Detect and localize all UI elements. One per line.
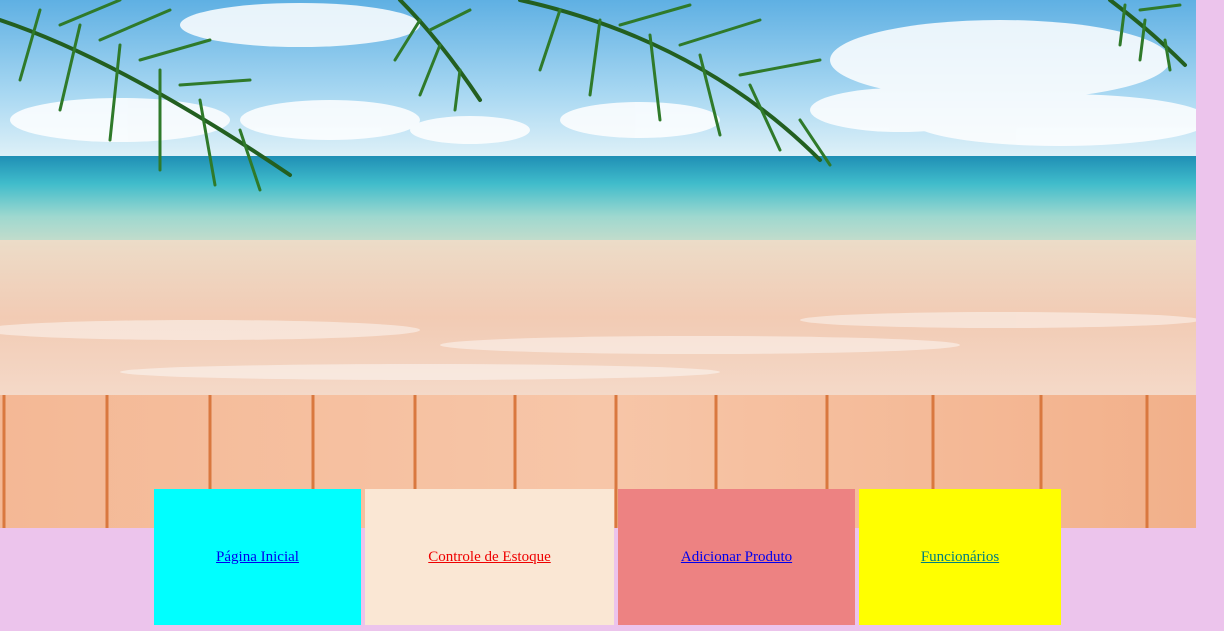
employees-link[interactable]: Funcionários [921,549,999,566]
beach-hero-image [0,0,1196,528]
add-product-link[interactable]: Adicionar Produto [681,549,792,566]
nav-item-home[interactable]: Página Inicial [154,489,361,625]
nav-item-add-product[interactable]: Adicionar Produto [618,489,855,625]
stock-control-link[interactable]: Controle de Estoque [428,549,550,566]
home-link[interactable]: Página Inicial [216,549,299,566]
nav-item-employees[interactable]: Funcionários [859,489,1061,625]
nav-item-stock-control[interactable]: Controle de Estoque [365,489,614,625]
main-nav: Página Inicial Controle de Estoque Adici… [0,489,1224,625]
